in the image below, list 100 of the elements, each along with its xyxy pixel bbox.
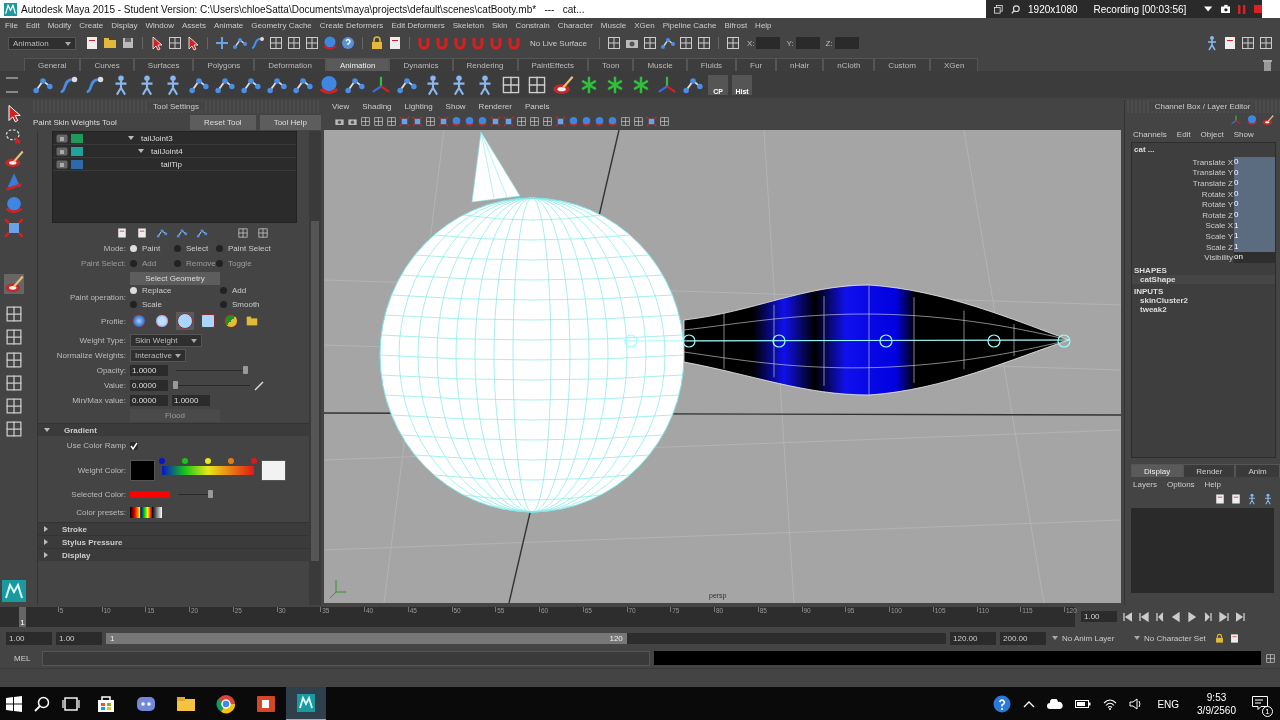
restore-icon[interactable] [994, 3, 1003, 15]
grid-icon[interactable] [695, 35, 712, 51]
menu-item[interactable]: Channels [1133, 130, 1167, 139]
shelf-tab[interactable]: PaintEffects [517, 58, 589, 71]
wifi-icon[interactable] [1103, 698, 1118, 710]
document-icon[interactable] [1214, 493, 1226, 505]
menu-item[interactable]: Create [79, 21, 104, 30]
shelf-tab[interactable]: Rendering [452, 58, 518, 71]
sphere-icon[interactable] [451, 116, 462, 127]
menu-item[interactable]: Object [1200, 130, 1224, 139]
camera-icon[interactable] [1220, 4, 1231, 14]
channel-value-field[interactable]: 0 [1234, 157, 1275, 168]
joint-chain-icon[interactable] [659, 35, 676, 51]
menu-item[interactable]: Skeleton [452, 21, 484, 30]
channel-name[interactable]: Translate Z [1132, 179, 1234, 188]
shelf-tab[interactable]: Polygons [193, 58, 255, 71]
cube-icon[interactable] [4, 218, 24, 238]
soft-brush-icon[interactable] [153, 312, 171, 330]
menu-item[interactable]: Panels [524, 102, 550, 111]
menu-item[interactable]: Edit Deformers [391, 21, 445, 30]
paint-brush-icon[interactable] [1262, 114, 1274, 126]
paint-brush-icon[interactable] [552, 73, 574, 96]
help-icon[interactable] [340, 35, 356, 51]
menu-item[interactable]: Edit [25, 21, 40, 30]
shelf-tab[interactable]: Dynamics [389, 58, 453, 71]
grid-icon[interactable] [1240, 35, 1256, 51]
search-icon[interactable] [34, 696, 50, 712]
grid-icon[interactable] [286, 35, 302, 51]
cube-icon[interactable] [503, 116, 514, 127]
radio-button[interactable] [216, 245, 223, 252]
document-icon[interactable] [387, 35, 403, 51]
min-value-field[interactable]: 0.0000 [130, 395, 168, 406]
influence-name[interactable]: tailJoint3 [141, 133, 173, 143]
joint-chain-icon[interactable] [176, 227, 188, 239]
channel-name[interactable]: Scale Z [1132, 242, 1234, 252]
slider-thumb[interactable] [208, 490, 214, 498]
input-node[interactable]: skinCluster2 [1132, 295, 1275, 305]
layer-tab[interactable]: Display [1131, 464, 1184, 477]
section-header[interactable]: Stroke [38, 522, 309, 535]
pause-icon[interactable] [1238, 3, 1246, 15]
menu-item[interactable]: Modify [47, 21, 72, 30]
select-arrow-icon[interactable] [149, 35, 165, 51]
figure-icon[interactable] [1262, 493, 1274, 505]
channel-name[interactable]: Scale Y [1132, 231, 1234, 241]
menu-item[interactable]: Show [445, 102, 466, 111]
input-node[interactable]: tweak2 [1132, 304, 1275, 314]
slider-thumb[interactable] [243, 366, 248, 374]
grid-icon[interactable] [4, 396, 24, 416]
document-icon[interactable] [84, 35, 100, 51]
grid-icon[interactable] [4, 373, 24, 393]
influence-name[interactable]: tailTip [161, 159, 183, 169]
weight-type-dropdown[interactable]: Skin Weight [130, 334, 202, 347]
grid-icon[interactable] [304, 35, 320, 51]
cube-icon[interactable] [438, 116, 449, 127]
radio-button[interactable] [174, 245, 181, 252]
section-header[interactable]: Stylus Pressure [38, 535, 309, 548]
document-icon[interactable] [1222, 35, 1238, 51]
scrollbar[interactable] [309, 131, 321, 605]
sphere-icon[interactable] [1246, 114, 1258, 126]
menu-item[interactable]: Show [1233, 130, 1254, 139]
curve-icon[interactable] [250, 35, 266, 51]
grid-icon[interactable] [620, 116, 631, 127]
color-preset-swatch[interactable] [141, 507, 151, 518]
end-time-field[interactable]: 200.00 [1000, 631, 1046, 645]
channel-value-field[interactable]: 0 [1234, 167, 1275, 179]
select-arrow-icon[interactable] [185, 35, 201, 51]
cube-icon[interactable] [412, 116, 423, 127]
radio-label[interactable]: Paint [142, 244, 161, 253]
grid-icon[interactable] [373, 116, 384, 127]
slider-thumb[interactable] [173, 381, 178, 389]
grid-icon[interactable] [4, 419, 24, 439]
square-brush-icon[interactable] [199, 312, 217, 330]
grid-icon[interactable] [724, 35, 741, 51]
menu-item[interactable]: File [5, 21, 18, 30]
document-icon[interactable] [136, 227, 148, 239]
radio-label[interactable]: Paint Select [228, 244, 271, 253]
menu-item[interactable]: Window [145, 21, 174, 30]
grid-icon[interactable] [529, 116, 540, 127]
windows-logo-icon[interactable] [6, 696, 22, 712]
channel-name[interactable]: Scale X [1132, 221, 1234, 231]
color-ramp[interactable] [162, 466, 254, 475]
channel-name[interactable]: Rotate Z [1132, 210, 1234, 220]
grid-icon[interactable] [386, 116, 397, 127]
grid-icon[interactable] [4, 304, 24, 324]
color-preset-swatch[interactable] [152, 507, 162, 518]
shelf-tab[interactable]: Curves [80, 58, 134, 71]
influence-name[interactable]: tailJoint4 [151, 146, 183, 156]
grid-icon[interactable] [360, 116, 371, 127]
cube-icon[interactable] [646, 116, 657, 127]
sphere-icon[interactable] [607, 116, 618, 127]
command-input-field[interactable] [42, 650, 650, 666]
channel-value-field[interactable]: 1 [1234, 220, 1275, 232]
task-view-icon[interactable] [62, 696, 80, 712]
menu-item[interactable]: Bifrost [724, 21, 748, 30]
shelf-tab[interactable]: Fluids [686, 58, 737, 71]
gaussian-brush-icon[interactable] [130, 312, 148, 330]
grid-icon[interactable] [268, 35, 284, 51]
current-time-field[interactable]: 1.00 [1081, 611, 1117, 622]
range-slider[interactable]: 1 120 [106, 632, 946, 644]
grid-icon[interactable] [425, 116, 436, 127]
